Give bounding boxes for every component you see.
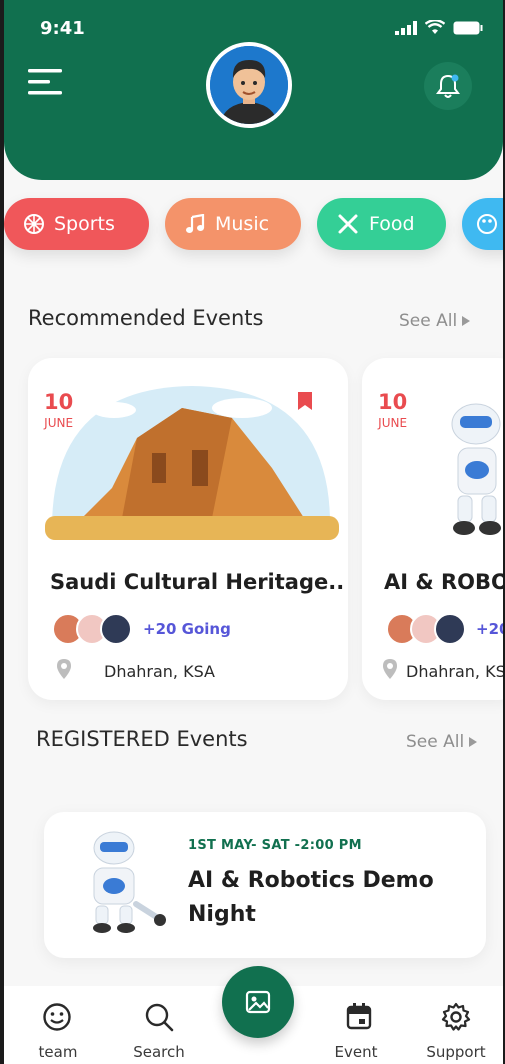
gear-icon: [441, 1002, 471, 1031]
scan-fab-button[interactable]: [222, 966, 294, 1038]
notification-button[interactable]: [424, 62, 472, 110]
category-label: Sports: [54, 213, 115, 235]
nav-item-search[interactable]: Search: [119, 1043, 199, 1061]
wifi-icon: [425, 20, 445, 34]
menu-icon[interactable]: [28, 66, 62, 98]
battery-icon: [453, 21, 483, 34]
event-location: Dhahran, KS: [406, 662, 503, 681]
event-date-day: 10: [44, 390, 74, 414]
app-screen: 9:41 Sports Music Food Recommended Event…: [4, 0, 503, 1064]
going-count: +20: [476, 620, 503, 638]
event-date: 10 JUNE: [378, 390, 407, 430]
status-icons: [395, 20, 483, 35]
robot-illustration: [451, 403, 501, 535]
category-chip-music[interactable]: Music: [165, 198, 301, 250]
avatar: [434, 613, 466, 645]
caret-right-icon: [469, 737, 478, 747]
registered-event-title: AI & Robotics Demo Night: [188, 868, 434, 927]
registered-section-title: REGISTERED Events: [36, 727, 248, 751]
category-chip-food[interactable]: Food: [317, 198, 446, 250]
registered-see-all-link[interactable]: See All: [406, 732, 478, 752]
location-pin-icon: [383, 659, 397, 679]
location-pin-icon: [57, 659, 71, 679]
robot-illustration: [93, 831, 166, 933]
event-date-day: 10: [378, 390, 408, 414]
event-date: 10 JUNE: [44, 390, 73, 430]
search-icon: [145, 1003, 174, 1032]
palette-icon: [477, 214, 497, 234]
utensils-icon: [338, 214, 358, 234]
going-count: +20 Going: [143, 620, 231, 638]
calendar-icon: [346, 1003, 372, 1030]
nav-item-team[interactable]: team: [18, 1043, 98, 1061]
avatar: [100, 613, 132, 645]
header: 9:41: [4, 0, 503, 180]
category-label: Music: [215, 213, 270, 235]
event-title: AI & ROBO: [384, 570, 503, 594]
bell-icon: [436, 74, 460, 98]
attendee-avatars: [386, 613, 466, 645]
ball-icon: [24, 214, 44, 234]
music-note-icon: [186, 214, 205, 233]
event-date-month: JUNE: [378, 416, 408, 430]
smiley-icon: [43, 1003, 71, 1031]
see-all-label: See All: [399, 311, 458, 331]
recommended-section-title: Recommended Events: [28, 306, 264, 330]
photo-icon: [245, 990, 271, 1014]
caret-right-icon: [462, 316, 471, 326]
recommended-see-all-link[interactable]: See All: [399, 311, 471, 331]
profile-avatar[interactable]: [206, 42, 292, 128]
signal-icon: [395, 20, 417, 35]
event-date-month: JUNE: [44, 416, 74, 430]
see-all-label: See All: [406, 732, 465, 752]
nav-item-event[interactable]: Event: [316, 1043, 396, 1061]
category-label: Food: [369, 213, 415, 235]
attendee-avatars: [52, 613, 132, 645]
nav-item-support[interactable]: Support: [416, 1043, 496, 1061]
category-chips: Sports Music Food: [4, 198, 503, 254]
event-location: Dhahran, KSA: [104, 662, 215, 681]
status-time: 9:41: [40, 18, 85, 39]
registered-event-date: 1ST MAY- SAT -2:00 PM: [188, 838, 362, 853]
event-title: Saudi Cultural Heritage...: [50, 570, 346, 594]
category-chip-art[interactable]: [462, 198, 503, 250]
category-chip-sports[interactable]: Sports: [4, 198, 149, 250]
bookmark-icon[interactable]: [296, 390, 314, 412]
